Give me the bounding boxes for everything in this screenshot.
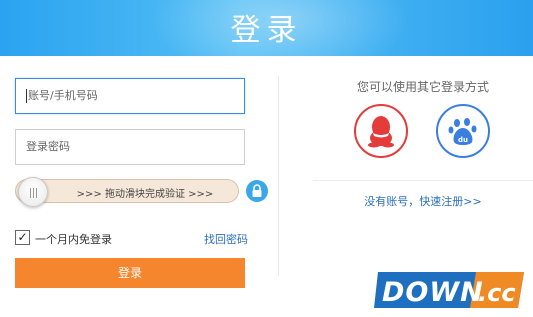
grip-line: [36, 188, 37, 198]
password-placeholder: 登录密码: [26, 140, 70, 153]
qq-login-button[interactable]: [354, 104, 408, 158]
slider-handle[interactable]: [18, 177, 48, 207]
grip-line: [30, 188, 31, 198]
social-divider: [313, 180, 533, 181]
login-button[interactable]: 登录: [15, 258, 245, 288]
baidu-icon: du: [448, 118, 477, 145]
svg-text:du: du: [458, 136, 468, 144]
baidu-login-button[interactable]: du: [436, 104, 490, 158]
page-title: 登录: [230, 13, 303, 48]
register-link[interactable]: 没有账号，快速注册>>: [313, 193, 533, 209]
other-login-label: 您可以使用其它登录方式: [356, 80, 489, 94]
down-cc-logo: DOWN .cc: [374, 272, 524, 308]
captcha-slider[interactable]: >>> 拖动滑块完成验证 >>>: [15, 177, 239, 207]
svg-text:DOWN: DOWN: [382, 277, 484, 308]
slider-hint: >>> 拖动滑块完成验证 >>>: [76, 189, 214, 200]
qq-icon: [368, 116, 394, 148]
grip-line: [33, 188, 34, 198]
lock-icon: [246, 180, 268, 202]
password-input[interactable]: 登录密码: [15, 129, 245, 165]
remember-checkbox[interactable]: ✓: [15, 230, 30, 245]
text-caret: [26, 89, 27, 103]
account-input[interactable]: 账号/手机号码: [15, 78, 245, 114]
forgot-password-link[interactable]: 找回密码: [204, 231, 248, 247]
svg-text:.cc: .cc: [478, 279, 516, 307]
account-placeholder: 账号/手机号码: [28, 89, 98, 102]
remember-label: 一个月内免登录: [35, 233, 112, 246]
vertical-divider: [278, 76, 279, 276]
header-banner: 登录: [0, 0, 533, 56]
